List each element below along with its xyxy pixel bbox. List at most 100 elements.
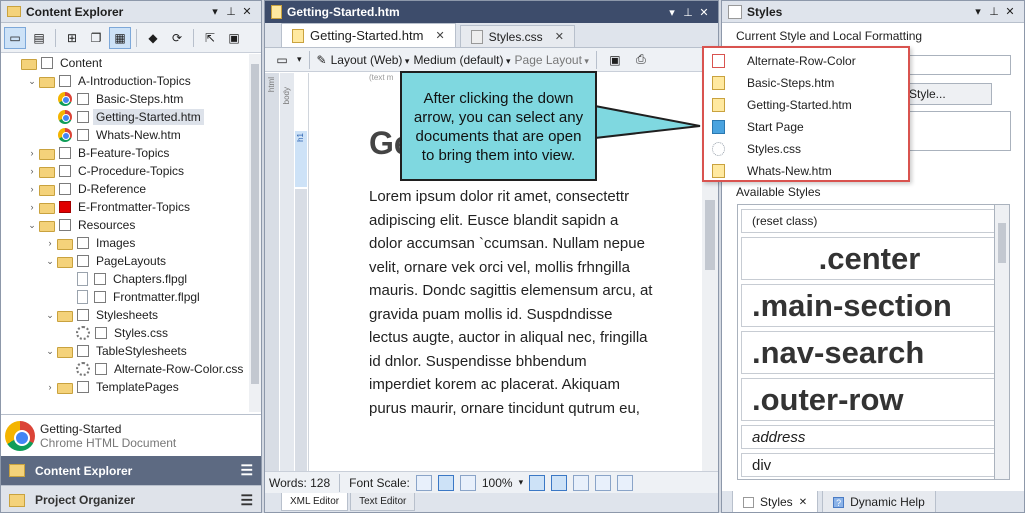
tree-checkbox[interactable] — [95, 327, 107, 339]
chevron-right-icon[interactable]: › — [25, 202, 39, 212]
view-mode-button[interactable] — [529, 474, 546, 491]
style-item[interactable]: .nav-search — [741, 331, 998, 374]
chevron-down-icon[interactable]: ⌄ — [43, 310, 57, 321]
markers-button[interactable] — [573, 474, 590, 491]
tree-checkbox[interactable] — [77, 381, 89, 393]
chevron-right-icon[interactable]: › — [25, 166, 39, 176]
font-scale-reset-button[interactable] — [437, 474, 454, 491]
tree-checkbox[interactable] — [95, 363, 107, 375]
chevron-down-icon[interactable]: ⌄ — [43, 346, 57, 357]
tree-checkbox[interactable] — [77, 345, 89, 357]
font-scale-increase-button[interactable] — [459, 474, 476, 491]
open-document-item[interactable]: Start Page — [704, 116, 908, 138]
copy-button[interactable]: ❐ — [85, 27, 107, 49]
open-document-item[interactable]: Whats-New.htm — [704, 160, 908, 182]
style-button[interactable]: Style... — [902, 83, 992, 105]
structure-bars-button[interactable] — [551, 474, 568, 491]
tree-scrollbar[interactable] — [249, 54, 261, 412]
refresh-button[interactable]: ⟳ — [166, 27, 188, 49]
dropdown-arrow-icon[interactable]: ▾ — [970, 5, 986, 18]
style-item[interactable]: .main-section — [741, 284, 998, 327]
open-button[interactable]: ⇱ — [199, 27, 221, 49]
p-structure-bar[interactable] — [295, 189, 307, 471]
tree-item[interactable]: Alternate-Row-Color.css — [1, 360, 249, 378]
tree-checkbox[interactable] — [77, 237, 89, 249]
close-icon[interactable]: ✕ — [696, 6, 712, 19]
tree-checkbox[interactable] — [77, 93, 89, 105]
close-tab-icon[interactable]: ✕ — [799, 497, 807, 508]
close-tab-icon[interactable]: ✕ — [555, 30, 564, 43]
tree-item[interactable]: Getting-Started.htm — [1, 108, 249, 126]
chevron-down-icon[interactable]: ⌄ — [25, 220, 39, 231]
tree-item[interactable]: › E-Frontmatter-Topics — [1, 198, 249, 216]
style-item[interactable]: div — [741, 453, 998, 477]
menu-icon[interactable]: ☰ — [240, 492, 253, 509]
page-layout-dropdown[interactable]: Page Layout — [515, 53, 589, 67]
tree-checkbox[interactable] — [59, 183, 71, 195]
tree-item[interactable]: Whats-New.htm — [1, 126, 249, 144]
tree-item[interactable]: ⌄ Stylesheets — [1, 306, 249, 324]
zoom-view-button[interactable]: ▭ — [271, 49, 293, 71]
tree-item[interactable]: › TemplatePages — [1, 378, 249, 396]
tree-item[interactable]: Frontmatter.flpgl — [1, 288, 249, 306]
tree-item[interactable]: Content — [1, 54, 249, 72]
layout-button[interactable]: ▤ — [28, 27, 50, 49]
tree-item[interactable]: ⌄ TableStylesheets — [1, 342, 249, 360]
tree-checkbox[interactable] — [77, 129, 89, 141]
tree-item[interactable]: ⌄ PageLayouts — [1, 252, 249, 270]
close-tab-icon[interactable]: ✕ — [435, 29, 444, 42]
folder-view-button[interactable]: ▭ — [4, 26, 26, 49]
font-scale-decrease-button[interactable] — [415, 474, 432, 491]
tree-checkbox[interactable] — [77, 111, 89, 123]
nav-project-organizer[interactable]: Project Organizer ☰ — [1, 485, 261, 512]
tab-xml-editor[interactable]: XML Editor — [281, 493, 349, 511]
body-paragraph[interactable]: Lorem ipsum dolor rit amet, consectettr a… — [369, 185, 689, 420]
tree-item[interactable]: Chapters.flpgl — [1, 270, 249, 288]
tab-styles-css[interactable]: Styles.css ✕ — [459, 25, 575, 47]
tree-item[interactable]: Styles.css — [1, 324, 249, 342]
bind-button[interactable]: ◆ — [142, 27, 164, 49]
chevron-right-icon[interactable]: › — [43, 382, 57, 392]
ruler-button[interactable] — [595, 474, 612, 491]
nav-content-explorer[interactable]: Content Explorer ☰ — [1, 456, 261, 485]
tree-checkbox[interactable] — [94, 273, 106, 285]
open-document-item[interactable]: Styles.css — [704, 138, 908, 160]
scrollbar-thumb[interactable] — [705, 200, 715, 270]
styles-scrollbar[interactable] — [994, 204, 1010, 480]
open-document-item[interactable]: Basic-Steps.htm — [704, 72, 908, 94]
tree-checkbox[interactable] — [59, 219, 71, 231]
tab-styles[interactable]: Styles ✕ — [732, 491, 819, 512]
layout-dropdown[interactable]: Layout (Web) — [331, 53, 410, 67]
zoom-level[interactable]: 100% — [482, 476, 513, 490]
close-icon[interactable]: ✕ — [1002, 5, 1018, 18]
tree-item[interactable]: › Images — [1, 234, 249, 252]
tree-item[interactable]: ⌄ A-Introduction-Topics — [1, 72, 249, 90]
tree-item[interactable]: › C-Procedure-Topics — [1, 162, 249, 180]
open-document-item[interactable]: Alternate-Row-Color — [704, 50, 908, 72]
pin-icon[interactable]: ⊥ — [986, 5, 1002, 18]
dropdown-arrow-icon[interactable]: ▾ — [207, 5, 223, 18]
tree-item[interactable]: Basic-Steps.htm — [1, 90, 249, 108]
dropdown-arrow-icon[interactable]: ▾ — [664, 6, 680, 19]
medium-dropdown[interactable]: Medium (default) — [413, 53, 510, 67]
tab-dynamic-help[interactable]: ? Dynamic Help — [822, 491, 936, 512]
properties-button[interactable]: ▣ — [223, 27, 245, 49]
style-item[interactable]: .center — [741, 237, 998, 280]
tree-checkbox[interactable] — [77, 255, 89, 267]
tree-checkbox[interactable] — [41, 57, 53, 69]
menu-icon[interactable]: ☰ — [240, 462, 253, 479]
tree-checkbox[interactable] — [77, 309, 89, 321]
tree-item[interactable]: ⌄ Resources — [1, 216, 249, 234]
tree-item[interactable]: › D-Reference — [1, 180, 249, 198]
tree-item[interactable]: › B-Feature-Topics — [1, 144, 249, 162]
style-item[interactable]: address — [741, 425, 998, 449]
vertical-ruler-button[interactable] — [617, 474, 634, 491]
tree-checkbox[interactable] — [59, 201, 71, 213]
tree-checkbox[interactable] — [94, 291, 106, 303]
scrollbar-thumb[interactable] — [251, 64, 259, 384]
tree-checkbox[interactable] — [59, 147, 71, 159]
chevron-right-icon[interactable]: › — [25, 148, 39, 158]
chevron-right-icon[interactable]: › — [43, 238, 57, 248]
scrollbar-thumb[interactable] — [998, 223, 1006, 263]
new-item-button[interactable]: ⊞ — [61, 27, 83, 49]
